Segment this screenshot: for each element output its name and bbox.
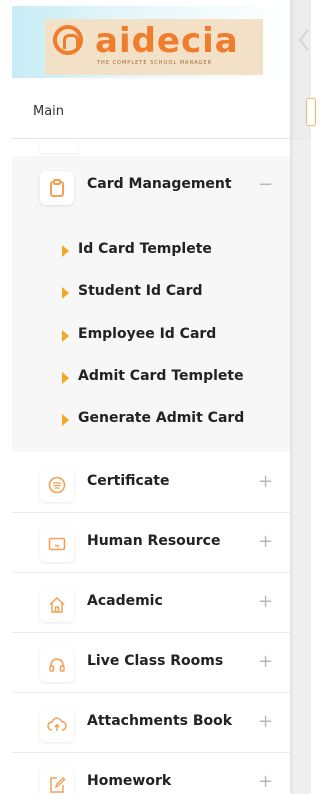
sidebar-item-attachments-book[interactable]: Attachments Book +: [12, 693, 290, 751]
submenu-item-label: Id Card Templete: [78, 241, 212, 257]
sidebar-item-live-class-rooms[interactable]: Live Class Rooms +: [12, 633, 290, 691]
logo-mark-icon: [53, 25, 83, 55]
expand-plus-icon[interactable]: +: [258, 531, 273, 552]
section-label-main: Main: [33, 104, 65, 119]
sidebar-item-certificate[interactable]: Certificate +: [12, 453, 290, 511]
sidebar-item-card-management[interactable]: Card Management −: [12, 156, 290, 216]
sidebar-item-label: Card Management: [87, 176, 232, 192]
expand-plus-icon[interactable]: +: [258, 471, 273, 492]
caret-right-icon: [62, 330, 69, 342]
expand-plus-icon[interactable]: +: [258, 771, 273, 792]
sidebar: aidecia THE COMPLETE SCHOOL MANAGER Main…: [0, 0, 290, 794]
sidebar-item-label: Attachments Book: [87, 713, 233, 729]
sidebar-header: aidecia THE COMPLETE SCHOOL MANAGER: [12, 6, 290, 78]
caret-right-icon: [62, 287, 69, 299]
logo-text: aidecia: [95, 21, 239, 61]
expand-plus-icon[interactable]: +: [258, 651, 273, 672]
submenu-item-label: Admit Card Templete: [78, 368, 244, 384]
content-area: [290, 140, 311, 794]
submenu-item-label: Student Id Card: [78, 283, 203, 299]
cloud-upload-icon: [40, 708, 74, 742]
certificate-icon: [40, 468, 74, 502]
sidebar-item-label: Human Resource: [87, 533, 221, 549]
sidebar-item-academic[interactable]: Academic +: [12, 573, 290, 631]
home-icon: [40, 588, 74, 622]
clipboard-icon: [40, 171, 74, 205]
sidebar-item-human-resource[interactable]: Human Resource +: [12, 513, 290, 571]
sidebar-item-label: Certificate: [87, 473, 170, 489]
expand-plus-icon[interactable]: +: [258, 591, 273, 612]
edit-icon: [40, 768, 74, 794]
submenu-item-label: Employee Id Card: [78, 326, 217, 342]
caret-right-icon: [62, 414, 69, 426]
expand-plus-icon[interactable]: +: [258, 711, 273, 732]
header-action-button[interactable]: [306, 98, 316, 126]
headphones-icon: [40, 648, 74, 682]
caret-right-icon: [62, 245, 69, 257]
collapse-toggle-icon[interactable]: −: [258, 174, 273, 195]
sidebar-item-label: Live Class Rooms: [87, 653, 224, 669]
logo[interactable]: aidecia THE COMPLETE SCHOOL MANAGER: [45, 19, 263, 75]
caret-right-icon: [62, 372, 69, 384]
sidebar-item-label: Academic: [87, 593, 163, 609]
sidebar-item-homework[interactable]: Homework +: [12, 753, 290, 794]
partially-visible-menu-item[interactable]: [40, 139, 78, 153]
sidebar-item-label: Homework: [87, 773, 172, 789]
chevron-left-icon[interactable]: [298, 28, 311, 52]
monitor-icon: [40, 528, 74, 562]
submenu-item-label: Generate Admit Card: [78, 410, 245, 426]
logo-tagline: THE COMPLETE SCHOOL MANAGER: [97, 60, 213, 66]
